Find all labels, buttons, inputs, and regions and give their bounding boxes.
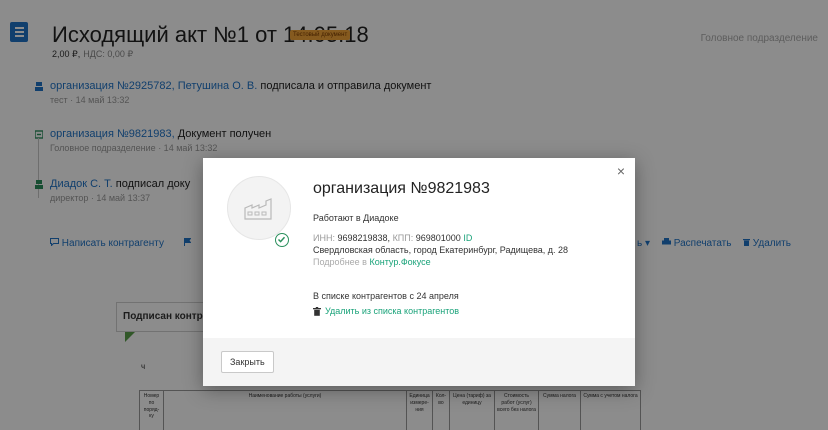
check-circle-icon <box>275 233 289 247</box>
trash-icon <box>313 307 321 316</box>
dialog-footer: Закрыть <box>203 338 635 386</box>
kpp-label: КПП: <box>392 233 414 243</box>
inn-value: 9698219838, <box>337 233 391 243</box>
more-info-line: Подробнее в Контур.Фокусе <box>313 257 431 267</box>
kpp-value: 969801000 <box>415 233 461 243</box>
kontur-focus-link[interactable]: Контур.Фокусе <box>369 257 430 267</box>
close-button[interactable]: Закрыть <box>221 351 274 373</box>
org-address: Свердловская область, город Екатеринбург… <box>313 245 569 255</box>
remove-from-contractors-link[interactable]: Удалить из списка контрагентов <box>325 306 459 316</box>
org-name: организация №9821983 <box>313 180 490 197</box>
more-info-prefix: Подробнее в <box>313 257 367 267</box>
close-icon[interactable]: × <box>617 164 625 178</box>
requisites-line: ИНН: 9698219838, КПП: 969801000 ID <box>313 233 472 243</box>
contractor-info-dialog: × организация №9821983 Работают в Диадок… <box>203 158 635 386</box>
inn-label: ИНН: <box>313 233 335 243</box>
works-in-diadoc-label: Работают в Диадоке <box>313 213 399 223</box>
org-logo-placeholder <box>227 176 291 240</box>
in-contractors-since: В списке контрагентов с 24 апреля <box>313 291 459 301</box>
factory-icon <box>244 198 272 220</box>
id-link[interactable]: ID <box>463 233 472 243</box>
